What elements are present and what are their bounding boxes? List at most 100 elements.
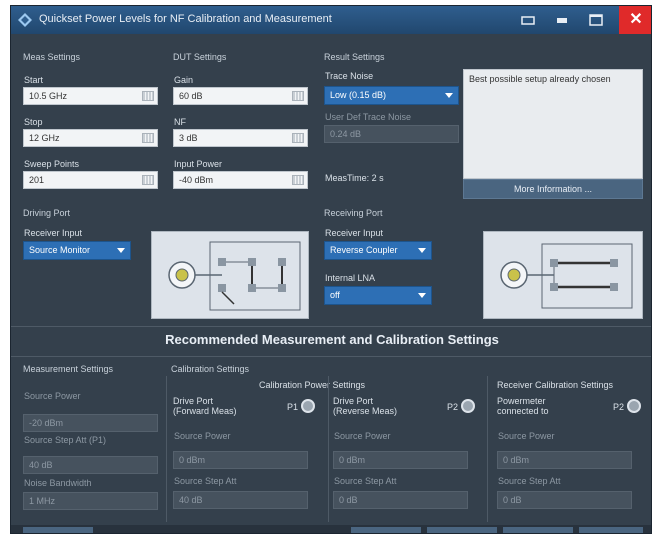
rev-source-step-att-field: 0 dB: [333, 491, 468, 509]
nf-value: 3 dB: [179, 133, 198, 143]
nf-field[interactable]: 3 dB: [173, 129, 308, 147]
fwd-source-power-label: Source Power: [174, 431, 231, 441]
internal-lna-label: Internal LNA: [325, 273, 376, 283]
keypad-icon[interactable]: [142, 91, 154, 101]
gain-field[interactable]: 60 dB: [173, 87, 308, 105]
rev-source-step-att-value: 0 dB: [339, 495, 358, 505]
title-bar: Quickset Power Levels for NF Calibration…: [11, 6, 651, 34]
drive-port-reverse-port: P2: [447, 402, 459, 412]
drive-port-reverse-label: Drive Port (Reverse Meas): [333, 396, 398, 416]
keypad-icon[interactable]: [292, 91, 304, 101]
divider: [166, 376, 167, 522]
driving-receiver-input-dropdown[interactable]: Source Monitor: [23, 241, 131, 260]
calibration-power-settings-header: Calibration Power Settings: [259, 380, 366, 390]
dut-settings-header: DUT Settings: [173, 52, 227, 62]
maximize-icon[interactable]: [587, 11, 605, 29]
fwd-source-step-att-field: 40 dB: [173, 491, 308, 509]
fwd-source-step-att-label: Source Step Att: [174, 476, 237, 486]
user-trace-noise-value: 0.24 dB: [330, 129, 362, 139]
gain-value: 60 dB: [179, 91, 203, 101]
rc-source-step-att-label: Source Step Att: [498, 476, 561, 486]
divider: [11, 326, 651, 327]
source-step-att-field: 40 dB: [23, 456, 158, 474]
receiving-port-schematic-icon: [500, 243, 633, 309]
divider: [11, 356, 651, 357]
rev-source-power-value: 0 dBm: [339, 455, 366, 465]
powermeter-label: Powermeter connected to: [497, 396, 549, 416]
user-trace-noise-label: User Def Trace Noise: [325, 112, 412, 122]
sweep-points-label: Sweep Points: [24, 159, 80, 169]
chevron-down-icon: [117, 248, 125, 253]
driving-receiver-input-label: Receiver Input: [24, 228, 83, 238]
driving-port-diagram: [151, 231, 309, 319]
port-p2-icon: [461, 399, 475, 413]
noise-bandwidth-value: 1 MHz: [29, 496, 56, 506]
rc-source-step-att-value: 0 dB: [503, 495, 522, 505]
measurement-settings-header: Measurement Settings: [23, 364, 114, 374]
internal-lna-dropdown[interactable]: off: [324, 286, 432, 305]
receiving-receiver-input-dropdown[interactable]: Reverse Coupler: [324, 241, 432, 260]
rev-source-power-label: Source Power: [334, 431, 391, 441]
stop-field[interactable]: 12 GHz: [23, 129, 158, 147]
driving-port-schematic-icon: [168, 241, 301, 311]
receiving-port-diagram: [483, 231, 643, 319]
receiver-calibration-header: Receiver Calibration Settings: [497, 380, 614, 390]
trace-noise-value: Low (0.15 dB): [330, 90, 387, 100]
keypad-icon[interactable]: [292, 133, 304, 143]
info-text: Best possible setup already chosen: [469, 74, 611, 84]
minimize-icon[interactable]: [553, 11, 571, 29]
divider: [328, 376, 329, 522]
calibration-settings-header: Calibration Settings: [171, 364, 250, 374]
receiving-receiver-input-value: Reverse Coupler: [330, 245, 398, 255]
source-step-att-label: Source Step Att (P1): [24, 435, 107, 445]
more-information-button[interactable]: More Information ...: [463, 179, 643, 199]
window-title: Quickset Power Levels for NF Calibration…: [39, 13, 332, 25]
app-logo-icon: [18, 13, 32, 27]
start-label: Start: [24, 75, 44, 85]
keypad-icon[interactable]: [142, 175, 154, 185]
fwd-source-power-field: 0 dBm: [173, 451, 308, 469]
bottom-button[interactable]: [23, 527, 93, 533]
close-button[interactable]: ✕: [619, 6, 651, 34]
powermeter-port: P2: [613, 402, 625, 412]
sizing-icon[interactable]: [519, 11, 537, 29]
drive-port-forward-port: P1: [287, 402, 299, 412]
port-p1-icon: [301, 399, 315, 413]
bottom-button[interactable]: [427, 527, 497, 533]
rev-source-power-field: 0 dBm: [333, 451, 468, 469]
drive-port-forward-label: Drive Port (Forward Meas): [173, 396, 237, 416]
start-field[interactable]: 10.5 GHz: [23, 87, 158, 105]
input-power-field[interactable]: -40 dBm: [173, 171, 308, 189]
sweep-points-field[interactable]: 201: [23, 171, 158, 189]
chevron-down-icon: [445, 93, 453, 98]
chevron-down-icon: [418, 293, 426, 298]
bottom-button[interactable]: [503, 527, 573, 533]
trace-noise-label: Trace Noise: [325, 71, 374, 81]
source-step-att-value: 40 dB: [29, 460, 53, 470]
port-p2-icon: [627, 399, 641, 413]
user-trace-noise-field: 0.24 dB: [324, 125, 459, 143]
nf-label: NF: [174, 117, 186, 127]
bottom-button[interactable]: [579, 527, 643, 533]
keypad-icon[interactable]: [292, 175, 304, 185]
rc-source-power-field: 0 dBm: [497, 451, 632, 469]
info-box: Best possible setup already chosen: [463, 69, 643, 179]
divider: [487, 376, 488, 522]
fwd-source-power-value: 0 dBm: [179, 455, 206, 465]
bottom-button[interactable]: [351, 527, 421, 533]
input-power-label: Input Power: [174, 159, 223, 169]
result-settings-header: Result Settings: [324, 52, 385, 62]
internal-lna-value: off: [330, 290, 340, 300]
sweep-points-value: 201: [29, 175, 45, 185]
noise-bandwidth-label: Noise Bandwidth: [24, 478, 92, 488]
fwd-source-step-att-value: 40 dB: [179, 495, 203, 505]
rev-source-step-att-label: Source Step Att: [334, 476, 397, 486]
stop-value: 12 GHz: [29, 133, 60, 143]
trace-noise-dropdown[interactable]: Low (0.15 dB): [324, 86, 459, 105]
recommended-title: Recommended Measurement and Calibration …: [165, 332, 499, 347]
input-power-value: -40 dBm: [179, 175, 214, 185]
keypad-icon[interactable]: [142, 133, 154, 143]
driving-port-header: Driving Port: [23, 208, 71, 218]
stop-label: Stop: [24, 117, 43, 127]
meas-time-text: MeasTime: 2 s: [325, 173, 384, 183]
